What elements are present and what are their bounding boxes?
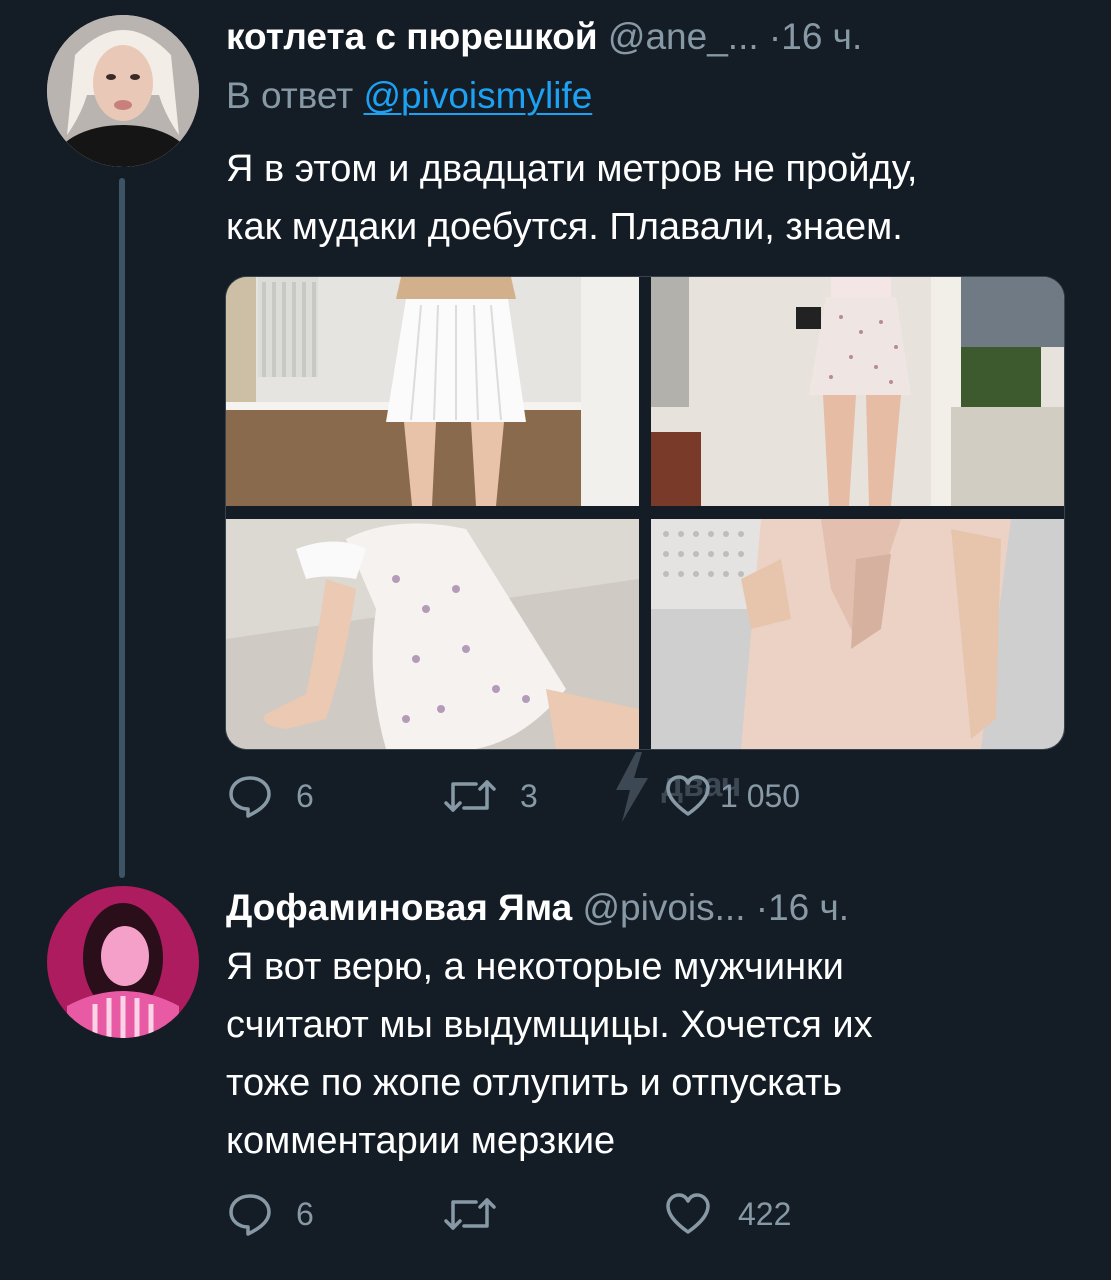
avatar-tweet2[interactable] (47, 886, 199, 1038)
media-photo-4[interactable] (651, 519, 1064, 749)
tweet1-separator: · (768, 16, 782, 57)
reply-action[interactable]: 6 (226, 772, 314, 820)
tweet1-timestamp[interactable]: 16 ч. (781, 16, 862, 57)
tweet2-text-line: комментарии мерзкие (226, 1120, 616, 1162)
reply-action[interactable]: 6 (226, 1190, 314, 1238)
retweet-count: 3 (520, 777, 538, 814)
tweet2-text-line: Я вот верю, а некоторые мужчинки (226, 946, 844, 988)
tweet1-handle[interactable]: @ane_... (608, 16, 759, 57)
tweet1-media-grid (225, 276, 1065, 750)
tweet2-action-bar: 6 422 (226, 1190, 866, 1238)
media-photo-3[interactable] (226, 519, 639, 749)
retweet-icon (444, 1198, 496, 1230)
like-action[interactable]: 422 (664, 1190, 791, 1238)
like-count: 422 (738, 1195, 792, 1232)
tweet1-reply-context: В ответ @pivoismylife (226, 74, 592, 118)
tweet1-display-name[interactable]: котлета с пюрешкой (226, 16, 598, 57)
reply-mention-link[interactable]: @pivoismylife (364, 75, 593, 116)
tweet2-separator: · (755, 887, 769, 928)
media-photo-2[interactable] (651, 277, 1064, 506)
tweet1-text-line: Я в этом и двадцати метров не пройду, (226, 148, 918, 190)
tweet2-text: Я вот верю, а некоторые мужчинки считают… (226, 938, 873, 1170)
reply-icon (229, 776, 271, 818)
retweet-action[interactable] (442, 1190, 520, 1238)
tweet1-text-line: как мудаки доебутся. Плавали, знаем. (226, 206, 903, 248)
heart-icon (666, 775, 710, 816)
thread-view: котлета с пюрешкой @ane_... ·16 ч. В отв… (0, 0, 1111, 1280)
heart-icon (666, 1193, 710, 1234)
tweet2-timestamp[interactable]: 16 ч. (768, 887, 849, 928)
tweet1-action-bar: 6 3 1 050 (226, 772, 866, 820)
reply-prefix: В ответ (226, 75, 354, 116)
media-photo-1[interactable] (226, 277, 639, 506)
thread-connector-line (119, 178, 125, 878)
tweet2-text-line: считают мы выдумщицы. Хочется их (226, 1004, 873, 1046)
like-count: 1 050 (720, 777, 801, 814)
reply-icon (229, 1194, 271, 1236)
tweet2-display-name[interactable]: Дофаминовая Яма (226, 887, 572, 928)
like-action[interactable]: 1 050 (664, 772, 800, 820)
retweet-icon (444, 780, 496, 812)
tweet1-header: котлета с пюрешкой @ane_... ·16 ч. (226, 15, 862, 59)
tweet2-header: Дофаминовая Яма @pivois... ·16 ч. (226, 886, 849, 930)
tweet2-text-line: тоже по жопе отлупить и отпускать (226, 1062, 843, 1104)
reply-count: 6 (296, 777, 314, 814)
reply-count: 6 (296, 1195, 314, 1232)
avatar-tweet1[interactable] (47, 15, 199, 167)
retweet-action[interactable]: 3 (442, 772, 538, 820)
tweet2-handle[interactable]: @pivois... (582, 887, 745, 928)
tweet1-text: Я в этом и двадцати метров не пройду, ка… (226, 140, 917, 256)
